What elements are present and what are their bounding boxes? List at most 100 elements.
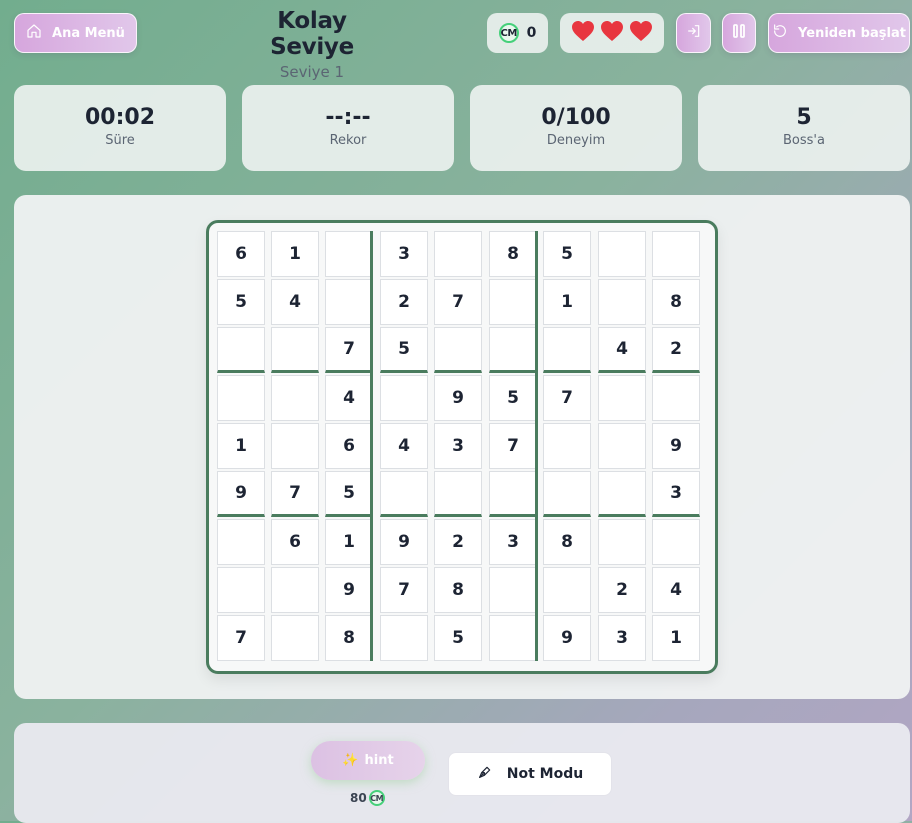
sudoku-cell[interactable]: 8 (325, 615, 373, 661)
sudoku-cell[interactable]: 9 (217, 471, 265, 517)
exit-button[interactable] (676, 13, 711, 53)
sudoku-cell[interactable] (543, 471, 591, 517)
sudoku-cell[interactable] (598, 471, 646, 517)
sudoku-cell[interactable]: 2 (380, 279, 428, 325)
sudoku-cell[interactable]: 4 (652, 567, 700, 613)
sudoku-cell[interactable]: 7 (325, 327, 373, 373)
sudoku-cell[interactable]: 9 (652, 423, 700, 469)
sudoku-cell[interactable]: 8 (652, 279, 700, 325)
sudoku-cell[interactable]: 5 (489, 375, 537, 421)
sudoku-cell[interactable]: 2 (652, 327, 700, 373)
sudoku-cell[interactable]: 3 (434, 423, 482, 469)
sudoku-cell[interactable]: 5 (217, 279, 265, 325)
stat-label: Deneyim (546, 133, 606, 148)
sudoku-cell[interactable]: 4 (325, 375, 373, 421)
sudoku-cell[interactable]: 6 (325, 423, 373, 469)
sudoku-cell[interactable]: 1 (271, 231, 319, 277)
sudoku-cell[interactable] (271, 567, 319, 613)
sudoku-cell[interactable] (271, 327, 319, 373)
sudoku-cell[interactable]: 1 (652, 615, 700, 661)
pause-button[interactable] (722, 13, 756, 53)
sudoku-cell[interactable] (598, 231, 646, 277)
sudoku-cell[interactable] (217, 519, 265, 565)
sudoku-cell[interactable] (380, 471, 428, 517)
sudoku-cell[interactable]: 5 (543, 231, 591, 277)
sudoku-cell[interactable]: 9 (543, 615, 591, 661)
sudoku-cell[interactable]: 2 (434, 519, 482, 565)
sudoku-cell[interactable] (652, 231, 700, 277)
sudoku-cell[interactable] (598, 375, 646, 421)
sudoku-cell[interactable] (380, 615, 428, 661)
stat-value: 5 (796, 105, 812, 130)
sudoku-cell[interactable] (598, 279, 646, 325)
note-mode-button[interactable]: Not Modu (448, 752, 612, 796)
restart-button[interactable]: Yeniden başlat (768, 13, 910, 53)
sudoku-cell[interactable] (489, 615, 537, 661)
sudoku-cell[interactable] (434, 231, 482, 277)
sudoku-cell[interactable] (434, 471, 482, 517)
sudoku-cell[interactable]: 7 (434, 279, 482, 325)
sudoku-cell[interactable]: 7 (217, 615, 265, 661)
stat-label: Boss'a (783, 133, 825, 148)
sudoku-cell[interactable] (271, 615, 319, 661)
stat-value: 00:02 (84, 105, 156, 130)
sudoku-cell[interactable]: 9 (434, 375, 482, 421)
sudoku-cell[interactable] (271, 375, 319, 421)
sudoku-cell[interactable] (271, 423, 319, 469)
sudoku-cell[interactable] (489, 471, 537, 517)
sudoku-cell[interactable]: 9 (325, 567, 373, 613)
sudoku-cell[interactable]: 3 (652, 471, 700, 517)
sudoku-cell[interactable] (543, 327, 591, 373)
hint-button[interactable]: ✨ hint (311, 741, 425, 780)
sudoku-cell[interactable] (325, 231, 373, 277)
sudoku-cell[interactable] (217, 567, 265, 613)
sudoku-board: 6138554271875424957164379975361923897824… (206, 220, 718, 674)
coin-count: 0 (526, 25, 537, 41)
sudoku-cell[interactable]: 3 (380, 231, 428, 277)
sudoku-cell[interactable] (652, 519, 700, 565)
sudoku-cell[interactable] (325, 279, 373, 325)
sudoku-cell[interactable] (217, 375, 265, 421)
sudoku-cell[interactable] (489, 327, 537, 373)
sudoku-cell[interactable] (217, 327, 265, 373)
stat-card-boss: 5 Boss'a (698, 85, 910, 171)
sudoku-cell[interactable]: 7 (380, 567, 428, 613)
sudoku-cell[interactable]: 4 (598, 327, 646, 373)
sudoku-cell[interactable]: 8 (543, 519, 591, 565)
sudoku-cell[interactable]: 2 (598, 567, 646, 613)
sudoku-cell[interactable]: 3 (489, 519, 537, 565)
sudoku-cell[interactable] (652, 375, 700, 421)
sudoku-cell[interactable] (489, 279, 537, 325)
sparkle-icon: ✨ (342, 753, 359, 768)
box-divider (535, 231, 538, 661)
sudoku-cell[interactable]: 6 (217, 231, 265, 277)
restart-icon (772, 23, 788, 43)
sudoku-cell[interactable]: 9 (380, 519, 428, 565)
sudoku-cell[interactable] (543, 423, 591, 469)
heart-icon (571, 20, 595, 46)
sudoku-cell[interactable] (598, 519, 646, 565)
sudoku-cell[interactable]: 7 (543, 375, 591, 421)
coin-counter: CM 0 (487, 13, 548, 53)
sudoku-cell[interactable] (434, 327, 482, 373)
sudoku-cell[interactable]: 5 (434, 615, 482, 661)
sudoku-cell[interactable]: 4 (380, 423, 428, 469)
sudoku-cell[interactable]: 3 (598, 615, 646, 661)
sudoku-cell[interactable] (598, 423, 646, 469)
sudoku-cell[interactable] (489, 567, 537, 613)
sudoku-cell[interactable] (543, 567, 591, 613)
sudoku-cell[interactable]: 1 (217, 423, 265, 469)
sudoku-cell[interactable]: 1 (325, 519, 373, 565)
sudoku-cell[interactable]: 6 (271, 519, 319, 565)
home-button[interactable]: Ana Menü (14, 13, 137, 53)
sudoku-cell[interactable]: 4 (271, 279, 319, 325)
sudoku-cell[interactable]: 7 (271, 471, 319, 517)
sudoku-cell[interactable] (380, 375, 428, 421)
sudoku-cell[interactable]: 1 (543, 279, 591, 325)
sudoku-cell[interactable]: 8 (489, 231, 537, 277)
sudoku-cell[interactable]: 5 (325, 471, 373, 517)
sudoku-cell[interactable]: 7 (489, 423, 537, 469)
stat-value: --:-- (325, 105, 371, 130)
sudoku-cell[interactable]: 8 (434, 567, 482, 613)
sudoku-cell[interactable]: 5 (380, 327, 428, 373)
